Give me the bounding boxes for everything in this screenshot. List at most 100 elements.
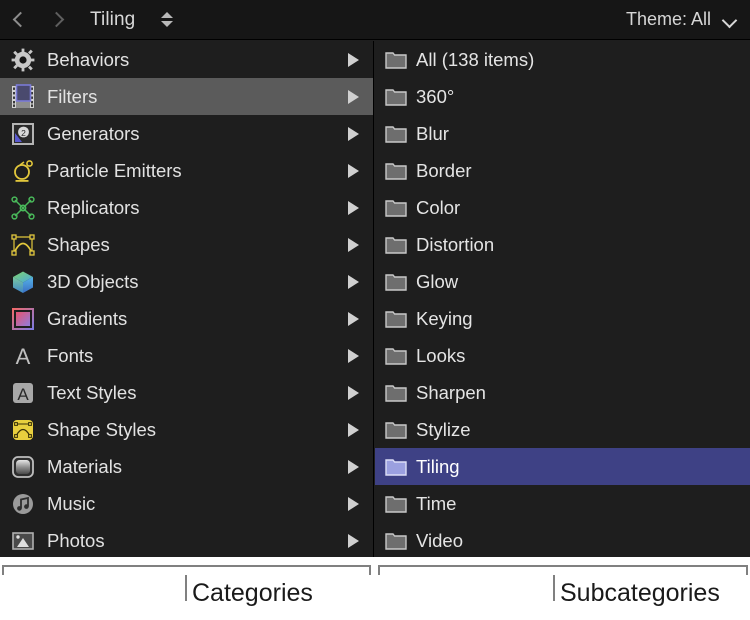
theme-popup-button[interactable]: Theme: All <box>626 9 736 30</box>
subcategory-row-color[interactable]: Color <box>375 189 750 226</box>
disclosure-triangle-icon[interactable] <box>348 534 359 548</box>
category-row-gradients[interactable]: Gradients <box>0 300 373 337</box>
svg-text:2: 2 <box>21 128 26 138</box>
category-label: Behaviors <box>47 49 129 71</box>
category-row-photos[interactable]: Photos <box>0 522 373 557</box>
library-header: Tiling Theme: All <box>0 0 750 40</box>
disclosure-triangle-icon[interactable] <box>348 497 359 511</box>
library-panel: Tiling Theme: All <box>0 0 750 557</box>
music-note-icon <box>10 491 36 517</box>
category-label: Shape Styles <box>47 419 156 441</box>
up-down-stepper-icon[interactable] <box>161 12 173 27</box>
category-row-shape-styles[interactable]: Shape Styles <box>0 411 373 448</box>
categories-callout-label: Categories <box>192 579 313 608</box>
subcategory-row-video[interactable]: Video <box>375 522 750 557</box>
subcategory-row-glow[interactable]: Glow <box>375 263 750 300</box>
category-row-filters[interactable]: Filters <box>0 78 373 115</box>
subcategory-label: Blur <box>416 123 449 145</box>
category-row-replicators[interactable]: Replicators <box>0 189 373 226</box>
folder-icon <box>385 495 407 513</box>
particle-emitter-icon <box>10 158 36 184</box>
subcategory-row-time[interactable]: Time <box>375 485 750 522</box>
folder-icon <box>385 162 407 180</box>
category-row-music[interactable]: Music <box>0 485 373 522</box>
disclosure-triangle-icon[interactable] <box>348 386 359 400</box>
category-label: Generators <box>47 123 140 145</box>
disclosure-triangle-icon[interactable] <box>348 201 359 215</box>
subcategory-label: Keying <box>416 308 473 330</box>
folder-icon <box>385 421 407 439</box>
categories-leader-line <box>185 575 187 601</box>
category-label: Shapes <box>47 234 110 256</box>
category-row-behaviors[interactable]: Behaviors <box>0 41 373 78</box>
category-row-3d-objects[interactable]: 3D Objects <box>0 263 373 300</box>
disclosure-triangle-icon[interactable] <box>348 164 359 178</box>
subcategory-row-border[interactable]: Border <box>375 152 750 189</box>
chevron-down-icon <box>722 15 736 24</box>
folder-icon <box>385 458 407 476</box>
subcategory-label: Glow <box>416 271 458 293</box>
subcategory-label: Video <box>416 530 463 552</box>
folder-icon <box>385 88 407 106</box>
subcategory-row-all[interactable]: All (138 items) <box>375 41 750 78</box>
category-label: Gradients <box>47 308 127 330</box>
folder-icon <box>385 347 407 365</box>
material-swatch-icon <box>10 454 36 480</box>
folder-icon <box>385 273 407 291</box>
stepper-up-arrow <box>161 12 173 18</box>
folder-icon <box>385 236 407 254</box>
category-row-generators[interactable]: 2 Generators <box>0 115 373 152</box>
page-title: Tiling <box>90 9 135 31</box>
disclosure-triangle-icon[interactable] <box>348 275 359 289</box>
disclosure-triangle-icon[interactable] <box>348 238 359 252</box>
category-row-shapes[interactable]: Shapes <box>0 226 373 263</box>
stepper-down-arrow <box>161 21 173 27</box>
category-label: Replicators <box>47 197 140 219</box>
gradient-swatch-icon <box>10 306 36 332</box>
disclosure-triangle-icon[interactable] <box>348 90 359 104</box>
disclosure-triangle-icon[interactable] <box>348 127 359 141</box>
subcategory-label: All (138 items) <box>416 49 534 71</box>
replicator-icon <box>10 195 36 221</box>
categories-column[interactable]: Behaviors <box>0 41 374 557</box>
category-label: Text Styles <box>47 382 136 404</box>
folder-icon <box>385 384 407 402</box>
subcategory-row-stylize[interactable]: Stylize <box>375 411 750 448</box>
disclosure-triangle-icon[interactable] <box>348 460 359 474</box>
subcategory-row-distortion[interactable]: Distortion <box>375 226 750 263</box>
chevron-left-icon[interactable] <box>14 11 25 29</box>
disclosure-triangle-icon[interactable] <box>348 53 359 67</box>
folder-icon <box>385 125 407 143</box>
subcategory-row-sharpen[interactable]: Sharpen <box>375 374 750 411</box>
folder-icon <box>385 51 407 69</box>
category-row-particle-emitters[interactable]: Particle Emitters <box>0 152 373 189</box>
gear-icon <box>10 47 36 73</box>
bezier-shape-icon <box>10 232 36 258</box>
category-row-fonts[interactable]: A Fonts <box>0 337 373 374</box>
category-label: Filters <box>47 86 97 108</box>
folder-icon <box>385 532 407 550</box>
subcategory-label: Stylize <box>416 419 471 441</box>
disclosure-triangle-icon[interactable] <box>348 312 359 326</box>
library-browser-screenshot: Tiling Theme: All <box>0 0 750 620</box>
categories-brace <box>2 565 371 575</box>
subcategory-row-looks[interactable]: Looks <box>375 337 750 374</box>
disclosure-triangle-icon[interactable] <box>348 349 359 363</box>
category-row-materials[interactable]: Materials <box>0 448 373 485</box>
disclosure-triangle-icon[interactable] <box>348 423 359 437</box>
category-row-text-styles[interactable]: A Text Styles <box>0 374 373 411</box>
subcategory-row-blur[interactable]: Blur <box>375 115 750 152</box>
theme-popup-label: Theme: All <box>626 9 711 30</box>
category-label: Photos <box>47 530 105 552</box>
subcategory-label: Tiling <box>416 456 460 478</box>
subcategory-row-360[interactable]: 360° <box>375 78 750 115</box>
subcategories-column[interactable]: All (138 items) 360° Blur Border <box>375 41 750 557</box>
chevron-right-icon[interactable] <box>51 11 62 29</box>
subcategory-row-tiling[interactable]: Tiling <box>375 448 750 485</box>
subcategory-row-keying[interactable]: Keying <box>375 300 750 337</box>
film-strip-icon <box>10 84 36 110</box>
svg-text:A: A <box>17 385 29 404</box>
category-label: 3D Objects <box>47 271 139 293</box>
text-style-a-icon: A <box>10 380 36 406</box>
photo-icon <box>10 528 36 554</box>
